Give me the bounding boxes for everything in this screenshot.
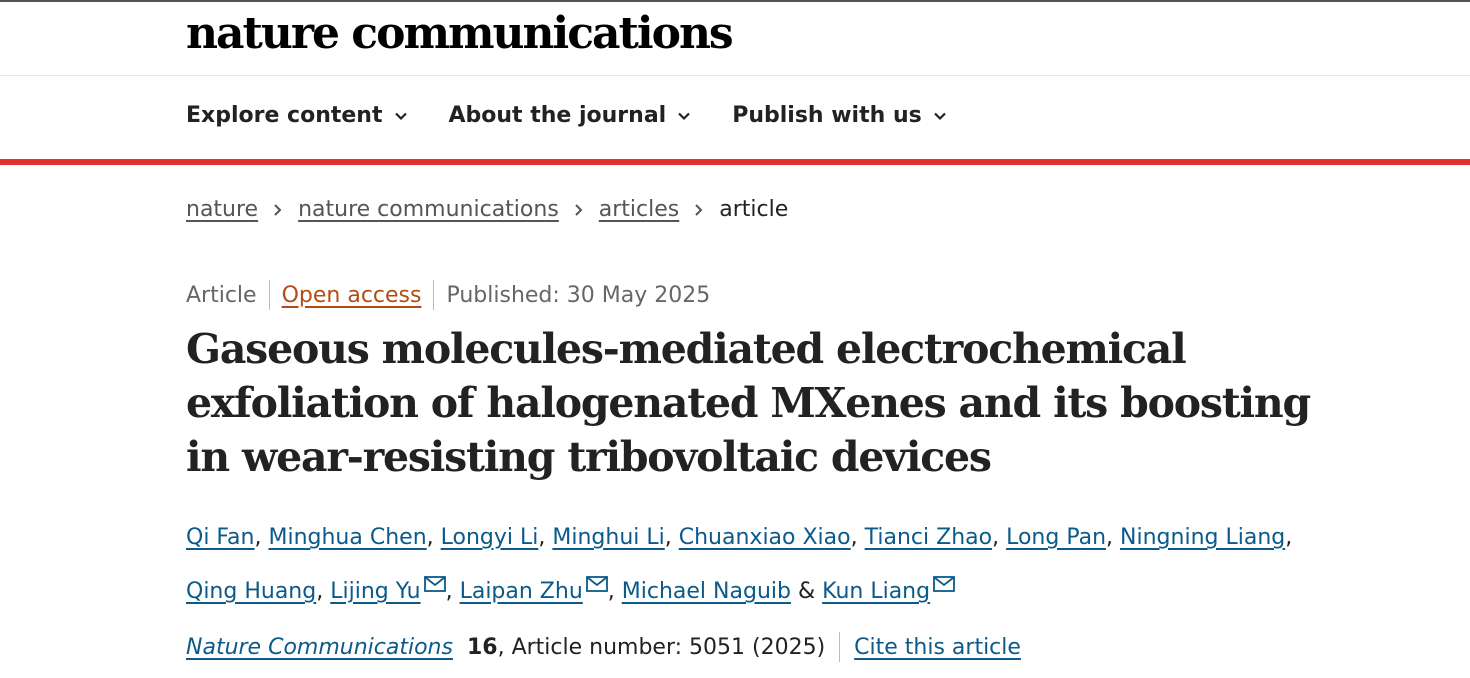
site-logo[interactable]: nature communications: [186, 8, 734, 59]
author-list: Qi Fan, Minghua Chen, Longyi Li, Minghui…: [186, 525, 1293, 604]
chevron-right-icon: [559, 202, 599, 218]
email-icon[interactable]: [933, 562, 956, 592]
chevron-down-icon: [394, 112, 407, 120]
author-link[interactable]: Kun Liang: [822, 579, 930, 604]
nav-label: Publish with us: [732, 103, 922, 128]
breadcrumb-link-articles[interactable]: articles: [599, 197, 679, 222]
brand-header: nature communications: [0, 2, 1470, 76]
chevron-right-icon: [679, 202, 719, 218]
breadcrumb-link-nature-communications[interactable]: nature communications: [298, 197, 559, 222]
email-icon[interactable]: [585, 562, 608, 592]
breadcrumb-current: article: [719, 197, 789, 222]
nav-about-journal[interactable]: About the journal: [449, 103, 693, 128]
author-link[interactable]: Tianci Zhao: [865, 525, 992, 550]
article-title: Gaseous molecules-mediated electrochemic…: [186, 325, 1311, 481]
author-link[interactable]: Minghua Chen: [268, 525, 426, 550]
citation-line: Nature Communications 16 , Article numbe…: [186, 632, 1021, 662]
divider: [433, 280, 435, 310]
author-link[interactable]: Long Pan: [1006, 525, 1106, 550]
chevron-down-icon: [933, 112, 946, 120]
published-date: Published: 30 May 2025: [446, 282, 711, 308]
author-link[interactable]: Laipan Zhu: [460, 579, 583, 604]
cite-this-article-link[interactable]: Cite this article: [854, 635, 1021, 660]
author-link[interactable]: Ningning Liang: [1120, 525, 1285, 550]
author-link[interactable]: Qi Fan: [186, 525, 254, 550]
nav-explore-content[interactable]: Explore content: [186, 103, 409, 128]
open-access-link[interactable]: Open access: [282, 283, 422, 308]
chevron-down-icon: [678, 112, 690, 120]
main-nav: Explore content About the journal Publis…: [0, 76, 1470, 165]
breadcrumb-link-nature[interactable]: nature: [186, 197, 258, 222]
author-link[interactable]: Longyi Li: [441, 525, 539, 550]
author-link[interactable]: Chuanxiao Xiao: [679, 525, 851, 550]
nav-label: About the journal: [448, 103, 667, 128]
email-icon[interactable]: [423, 562, 446, 592]
author-link[interactable]: Qing Huang: [186, 579, 316, 604]
divider: [839, 632, 841, 662]
journal-link[interactable]: Nature Communications: [186, 635, 453, 660]
nav-publish-with-us[interactable]: Publish with us: [732, 103, 948, 128]
article-number: , Article number: 5051 (2025): [497, 634, 826, 660]
nav-label: Explore content: [186, 103, 383, 128]
article-type: Article: [186, 282, 257, 308]
article-meta: Article Open access Published: 30 May 20…: [186, 280, 710, 310]
author-link[interactable]: Minghui Li: [552, 525, 664, 550]
volume-number: 16: [466, 634, 498, 660]
chevron-right-icon: [258, 202, 298, 218]
author-link[interactable]: Lijing Yu: [330, 579, 420, 604]
divider: [268, 280, 270, 310]
breadcrumb: nature nature communications articles ar…: [186, 197, 788, 222]
author-link[interactable]: Michael Naguib: [622, 579, 791, 604]
